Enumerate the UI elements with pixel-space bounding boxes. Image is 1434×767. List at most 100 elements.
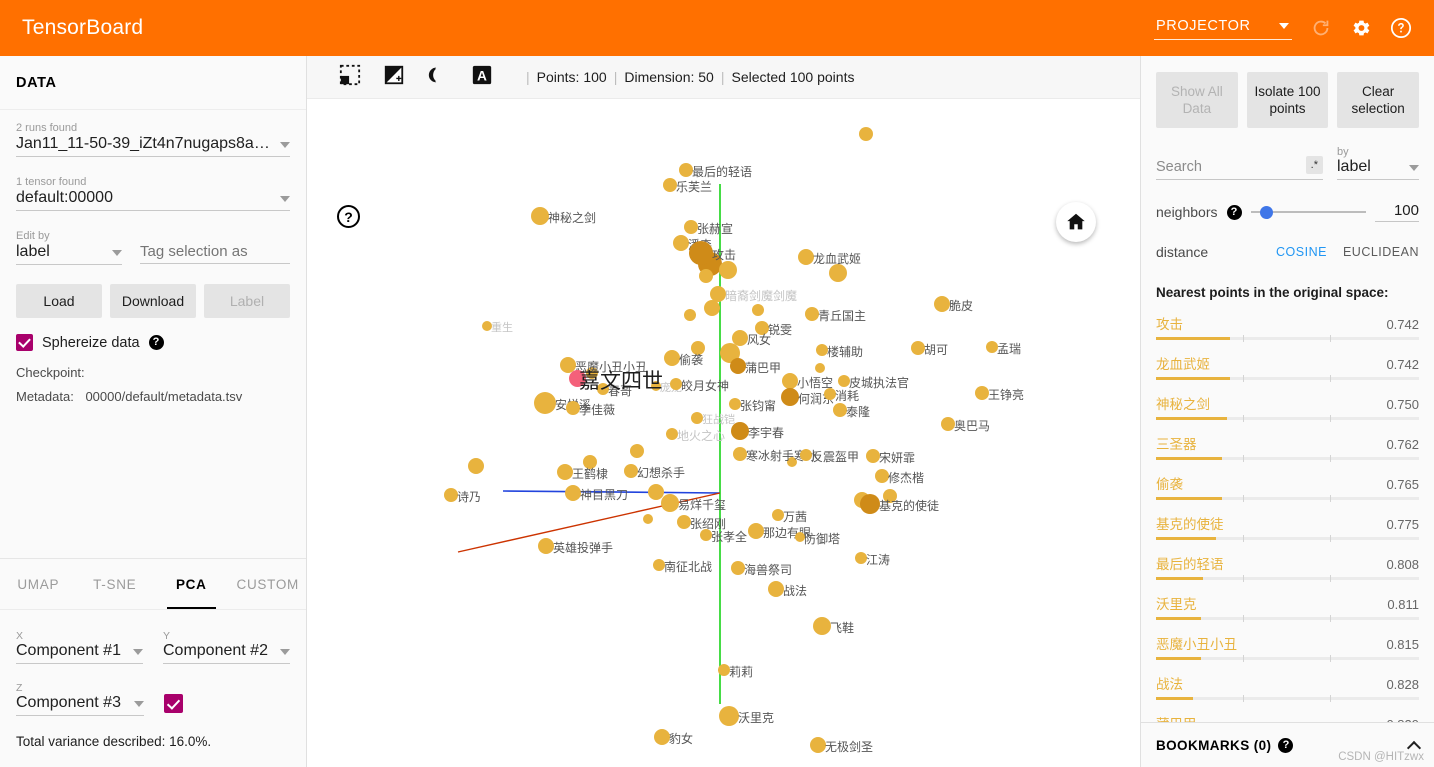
scatter-point[interactable] [630, 444, 644, 458]
nearest-point-row[interactable]: 攻击 0.742 [1156, 308, 1419, 348]
scatter-point[interactable] [684, 309, 696, 321]
scatter-point[interactable] [782, 373, 798, 389]
run-selector[interactable]: Jan11_11-50-39_iZt4n7nugaps8a6gn [16, 135, 290, 157]
scatter-point[interactable] [732, 330, 748, 346]
dashboard-selector[interactable]: PROJECTOR [1154, 16, 1292, 40]
nearest-point-row[interactable]: 蒲巴甲 0.829 [1156, 708, 1419, 722]
neighbors-value[interactable]: 100 [1375, 202, 1419, 222]
distance-option-cosine[interactable]: COSINE [1276, 245, 1327, 259]
scatter-point[interactable] [557, 464, 573, 480]
nearest-point-label[interactable]: 沃里克 [1156, 593, 1197, 613]
scatter-point[interactable] [531, 207, 549, 225]
pca-y-selector[interactable]: Component #2 [163, 642, 290, 664]
nearest-point-row[interactable]: 神秘之剑 0.750 [1156, 388, 1419, 428]
scatter-point[interactable] [719, 261, 737, 279]
scatter-point[interactable] [813, 617, 831, 635]
scatter-point[interactable] [941, 417, 955, 431]
scatter-point[interactable] [654, 729, 670, 745]
nearest-point-label[interactable]: 蒲巴甲 [1156, 713, 1197, 722]
scatter-point[interactable] [719, 706, 739, 726]
tab-pca[interactable]: PCA [153, 559, 230, 609]
scatter-point[interactable] [911, 341, 925, 355]
help-circle-icon[interactable]: ? [148, 335, 164, 350]
nearest-point-label[interactable]: 龙血武姬 [1156, 353, 1210, 373]
scatter-point[interactable] [663, 178, 677, 192]
scatter-point[interactable] [752, 304, 764, 316]
help-circle-icon[interactable]: ? [1278, 737, 1294, 753]
scatter-point[interactable] [768, 581, 784, 597]
nearest-point-row[interactable]: 偷袭 0.765 [1156, 468, 1419, 508]
scatter-point[interactable] [661, 494, 679, 512]
nearest-point-row[interactable]: 战法 0.828 [1156, 668, 1419, 708]
search-input[interactable] [1156, 159, 1300, 175]
isolate-points-button[interactable]: Isolate 100 points [1246, 72, 1329, 128]
search-by-selector[interactable]: label [1337, 158, 1419, 180]
slider-knob[interactable] [1259, 206, 1273, 219]
scatter-point[interactable] [677, 515, 691, 529]
scatter-point[interactable] [805, 307, 819, 321]
scatter-point[interactable] [730, 358, 746, 374]
nearest-point-label[interactable]: 攻击 [1156, 313, 1183, 333]
help-circle-icon[interactable]: ? [1226, 204, 1242, 220]
neighbors-slider[interactable] [1250, 204, 1366, 220]
scatter-point[interactable] [934, 296, 950, 312]
search-field[interactable]: .* [1156, 156, 1323, 180]
help-circle-icon[interactable]: ? [337, 205, 360, 228]
nearest-point-row[interactable]: 最后的轻语 0.808 [1156, 548, 1419, 588]
scatter-point[interactable] [689, 241, 713, 265]
scatter-point[interactable] [538, 538, 554, 554]
nearest-point-label[interactable]: 恶魔小丑小丑 [1156, 633, 1237, 653]
scatter-point[interactable] [704, 300, 720, 316]
nearest-point-row[interactable]: 基克的使徒 0.775 [1156, 508, 1419, 548]
scatter-canvas[interactable]: 最后的轻语乐芙兰神秘之剑张赫宣潘森攻击龙血武姬暗裔剑魔剑魔青丘国主脆皮孟瑞胡可楼… [307, 99, 1140, 767]
scatter-point[interactable] [810, 737, 826, 753]
scatter-point[interactable] [684, 220, 698, 234]
distance-option-euclidean[interactable]: EUCLIDEAN [1343, 245, 1419, 259]
scatter-point[interactable] [860, 494, 880, 514]
nearest-point-row[interactable]: 恶魔小丑小丑 0.815 [1156, 628, 1419, 668]
scatter-point[interactable] [673, 235, 689, 251]
labels-toggle-icon[interactable]: A [471, 64, 493, 91]
scatter-point[interactable] [468, 458, 484, 474]
select-box-icon[interactable] [339, 64, 361, 91]
scatter-point[interactable] [664, 350, 680, 366]
scatter-point[interactable] [643, 514, 653, 524]
help-circle-icon[interactable] [1390, 17, 1412, 39]
tab-umap[interactable]: UMAP [0, 559, 77, 609]
scatter-point[interactable] [699, 269, 713, 283]
scatter-point[interactable] [815, 363, 825, 373]
scatter-point[interactable] [733, 447, 747, 461]
nearest-point-label[interactable]: 神秘之剑 [1156, 393, 1210, 413]
scatter-point[interactable] [624, 464, 638, 478]
scatter-point[interactable] [731, 561, 745, 575]
scatter-point[interactable] [781, 388, 799, 406]
scatter-point[interactable] [731, 422, 749, 440]
scatter-point[interactable] [875, 469, 889, 483]
nearest-point-label[interactable]: 最后的轻语 [1156, 553, 1224, 573]
gear-icon[interactable] [1350, 17, 1372, 39]
nearest-point-row[interactable]: 三圣器 0.762 [1156, 428, 1419, 468]
tag-selection-input[interactable] [140, 243, 290, 260]
pca-x-selector[interactable]: Component #1 [16, 642, 143, 664]
scatter-point[interactable] [798, 249, 814, 265]
scatter-point[interactable] [534, 392, 556, 414]
nearest-point-label[interactable]: 三圣器 [1156, 433, 1197, 453]
scatter-point[interactable] [566, 401, 580, 415]
load-button[interactable]: Load [16, 284, 102, 318]
sphereize-row[interactable]: Sphereize data ? [16, 334, 290, 351]
scatter-point[interactable] [975, 386, 989, 400]
nearest-point-row[interactable]: 沃里克 0.811 [1156, 588, 1419, 628]
scatter-point[interactable] [866, 449, 880, 463]
nearest-point-label[interactable]: 偷袭 [1156, 473, 1183, 493]
home-icon[interactable] [1056, 202, 1096, 242]
scatter-point[interactable] [859, 127, 873, 141]
sphereize-checkbox[interactable] [16, 334, 33, 351]
scatter-point[interactable] [710, 286, 726, 302]
pca-z-checkbox[interactable] [164, 694, 183, 713]
pca-z-selector[interactable]: Component #3 [16, 694, 144, 716]
clear-selection-button[interactable]: Clear selection [1337, 72, 1420, 128]
scatter-point[interactable] [565, 485, 581, 501]
nearest-point-label[interactable]: 基克的使徒 [1156, 513, 1224, 533]
tab-tsne[interactable]: T-SNE [77, 559, 154, 609]
reload-icon[interactable] [1310, 17, 1332, 39]
